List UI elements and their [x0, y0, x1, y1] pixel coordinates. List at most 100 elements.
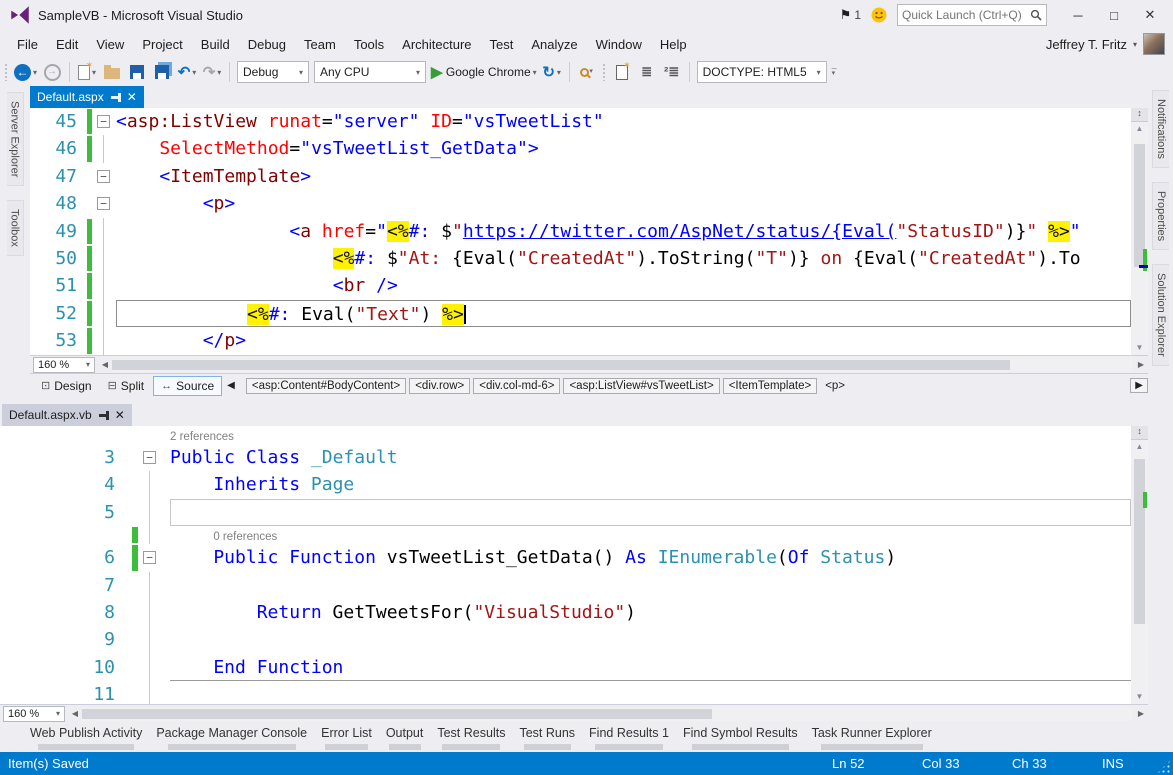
menu-analyze[interactable]: Analyze	[522, 33, 586, 56]
code-line[interactable]: 3−Public Class _Default	[0, 444, 1131, 471]
code-line[interactable]: 46SelectMethod="vsTweetList_GetData">	[30, 135, 1131, 162]
tool-tab-properties[interactable]: Properties	[1152, 182, 1169, 250]
fold-margin[interactable]: −	[140, 444, 170, 471]
breadcrumb-back-arrow[interactable]: ◀	[224, 380, 238, 391]
menu-build[interactable]: Build	[192, 33, 239, 56]
user-dropdown-arrow[interactable]: ▾	[1133, 40, 1137, 49]
breadcrumb-item[interactable]: <div.col-md-6>	[473, 378, 560, 394]
panel-tab-web-publish-activity[interactable]: Web Publish Activity	[30, 726, 142, 750]
code-line[interactable]: 10End Function	[0, 654, 1131, 681]
panel-tab-output[interactable]: Output	[386, 726, 424, 750]
collapse-box-icon[interactable]: −	[97, 197, 110, 210]
breadcrumb-item[interactable]: <div.row>	[409, 378, 470, 394]
menu-test[interactable]: Test	[481, 33, 523, 56]
new-project-button[interactable]: ▾	[77, 61, 97, 83]
tool-tab-toolbox[interactable]: Toolbox	[7, 200, 24, 256]
close-button[interactable]: ✕	[1133, 3, 1167, 27]
quick-launch-box[interactable]	[897, 4, 1047, 26]
menu-help[interactable]: Help	[651, 33, 696, 56]
zoom-level-dropdown[interactable]: 160 %▾	[33, 357, 95, 373]
save-all-button[interactable]	[152, 61, 172, 83]
menu-edit[interactable]: Edit	[47, 33, 87, 56]
menu-project[interactable]: Project	[133, 33, 191, 56]
splitter-handle-icon[interactable]: ↕	[1131, 426, 1148, 440]
fold-margin[interactable]: −	[94, 163, 116, 190]
panel-tab-package-manager-console[interactable]: Package Manager Console	[156, 726, 307, 750]
scroll-right-arrow[interactable]: ▶	[1134, 360, 1148, 369]
panel-tab-find-results-1[interactable]: Find Results 1	[589, 726, 669, 750]
increase-indent-button[interactable]: ²≣	[662, 61, 682, 83]
code-line[interactable]: 9	[0, 626, 1131, 653]
decrease-indent-button[interactable]: ≣	[637, 61, 657, 83]
menu-architecture[interactable]: Architecture	[393, 33, 480, 56]
fold-margin[interactable]: −	[140, 544, 170, 571]
tool-tab-solution-explorer[interactable]: Solution Explorer	[1152, 264, 1169, 366]
tool-tab-notifications[interactable]: Notifications	[1152, 90, 1169, 168]
toolbar-grip[interactable]	[4, 63, 9, 81]
user-avatar[interactable]	[1143, 33, 1165, 55]
notifications-flag[interactable]: ⚑ 1	[840, 7, 861, 23]
code-line[interactable]: 0 references	[0, 526, 1131, 544]
pin-icon[interactable]	[111, 96, 120, 99]
code-line[interactable]: 53</p>	[30, 327, 1131, 354]
code-line[interactable]: 11	[0, 681, 1131, 704]
code-line[interactable]: 2 references	[0, 426, 1131, 444]
menu-tools[interactable]: Tools	[345, 33, 393, 56]
breadcrumb-item[interactable]: <asp:ListView#vsTweetList>	[563, 378, 719, 394]
scroll-up-arrow[interactable]: ▲	[1136, 440, 1144, 454]
code-line[interactable]: 49<a href="<%#: $"https://twitter.com/As…	[30, 218, 1131, 245]
collapse-box-icon[interactable]: −	[97, 170, 110, 183]
tab-default-aspx-vb[interactable]: Default.aspx.vb ✕	[2, 404, 132, 426]
code-line[interactable]: 8Return GetTweetsFor("VisualStudio")	[0, 599, 1131, 626]
breadcrumb-forward-arrow[interactable]: ▶	[1130, 378, 1148, 393]
menu-file[interactable]: File	[8, 33, 47, 56]
undo-button[interactable]: ↶▾	[177, 61, 197, 83]
maximize-button[interactable]: □	[1097, 3, 1131, 27]
panel-tab-test-runs[interactable]: Test Runs	[519, 726, 575, 750]
panel-tab-error-list[interactable]: Error List	[321, 726, 372, 750]
code-line[interactable]: 45−<asp:ListView runat="server" ID="vsTw…	[30, 108, 1131, 135]
feedback-smiley-icon[interactable]	[871, 7, 887, 23]
navigate-forward-button[interactable]: →	[42, 61, 62, 83]
bottom-editor-vertical-scrollbar[interactable]: ↕ ▲ ▼	[1131, 426, 1148, 704]
scroll-right-arrow[interactable]: ▶	[1134, 709, 1148, 718]
redo-button[interactable]: ↷▾	[202, 61, 222, 83]
breadcrumb-item[interactable]: <p>	[820, 379, 850, 393]
code-line[interactable]: 47−<ItemTemplate>	[30, 163, 1131, 190]
menu-view[interactable]: View	[87, 33, 133, 56]
minimize-button[interactable]: ─	[1061, 3, 1095, 27]
collapse-box-icon[interactable]: −	[143, 451, 156, 464]
scroll-left-arrow[interactable]: ◀	[98, 360, 112, 369]
code-line[interactable]: 48−<p>	[30, 190, 1131, 217]
scroll-left-arrow[interactable]: ◀	[68, 709, 82, 718]
tab-default-aspx[interactable]: Default.aspx ✕	[30, 86, 144, 108]
code-line[interactable]: 4Inherits Page	[0, 471, 1131, 498]
menu-team[interactable]: Team	[295, 33, 345, 56]
document-outline-button[interactable]	[612, 61, 632, 83]
scroll-down-arrow[interactable]: ▼	[1136, 690, 1144, 704]
panel-tab-test-results[interactable]: Test Results	[437, 726, 505, 750]
code-line[interactable]: 5	[0, 499, 1131, 526]
collapse-box-icon[interactable]: −	[143, 551, 156, 564]
refresh-button[interactable]: ↻▾	[542, 61, 562, 83]
scroll-down-arrow[interactable]: ▼	[1136, 341, 1144, 355]
view-button-source[interactable]: ↔Source	[153, 376, 222, 396]
view-button-split[interactable]: ⊟Split	[101, 376, 152, 396]
aspx-code-editor[interactable]: 45−<asp:ListView runat="server" ID="vsTw…	[30, 108, 1148, 355]
top-editor-vertical-scrollbar[interactable]: ↕ ▲ ▼	[1131, 108, 1148, 355]
solution-platform-dropdown[interactable]: Any CPU▾	[314, 61, 426, 83]
fold-margin[interactable]: −	[94, 190, 116, 217]
code-line[interactable]: 50<%#: $"At: {Eval("CreatedAt").ToString…	[30, 245, 1131, 272]
doctype-dropdown[interactable]: DOCTYPE: HTML5▾	[697, 61, 827, 83]
panel-tab-find-symbol-results[interactable]: Find Symbol Results	[683, 726, 798, 750]
pin-icon[interactable]	[99, 414, 108, 417]
close-tab-icon[interactable]: ✕	[115, 410, 125, 420]
menu-debug[interactable]: Debug	[239, 33, 295, 56]
code-line[interactable]: 51<br />	[30, 272, 1131, 299]
quick-launch-input[interactable]	[902, 8, 1030, 22]
vb-code-editor[interactable]: 2 references3−Public Class _Default4Inhe…	[0, 426, 1148, 704]
code-line[interactable]: 52<%#: Eval("Text") %>	[30, 300, 1131, 327]
start-debug-button[interactable]: ▶ Google Chrome▾	[431, 61, 537, 83]
code-line[interactable]: 7	[0, 572, 1131, 599]
zoom-level-dropdown[interactable]: 160 %▾	[3, 706, 65, 722]
